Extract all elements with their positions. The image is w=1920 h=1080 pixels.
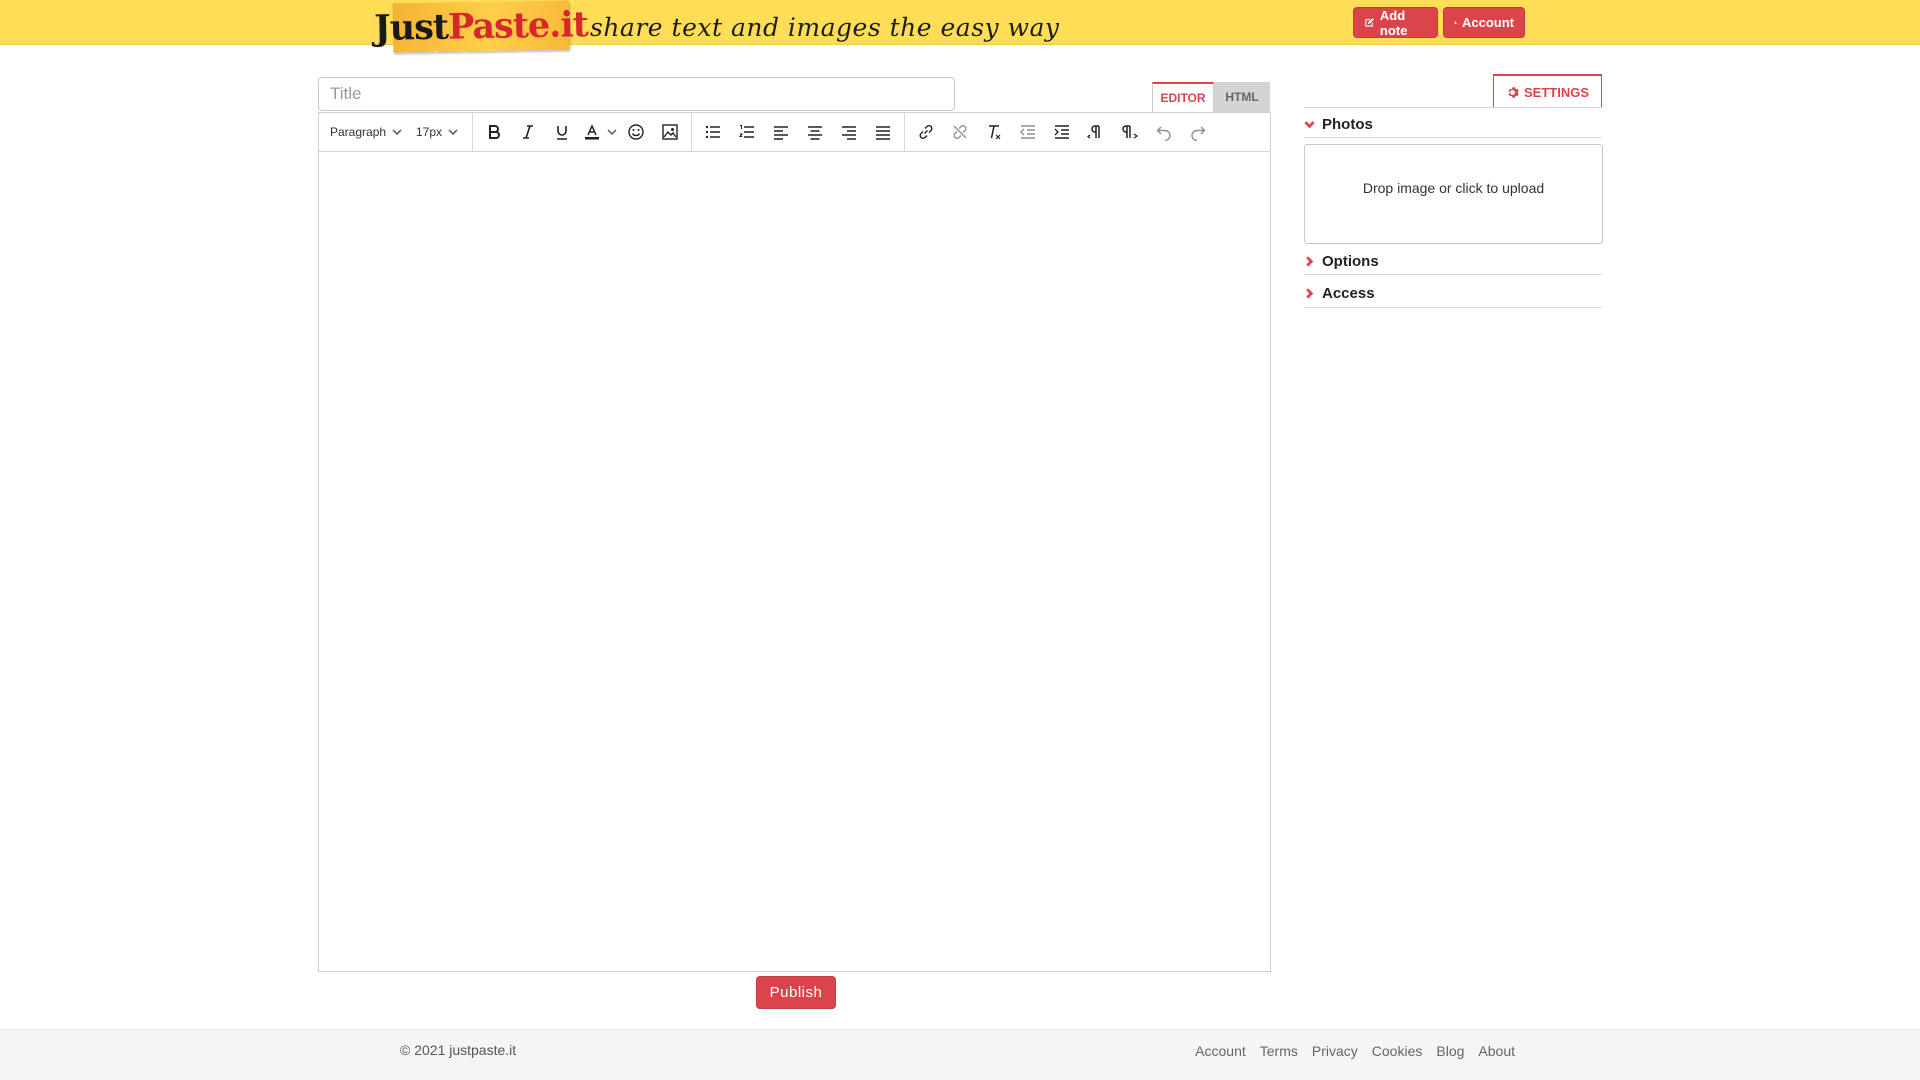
- font-size-value: 17px: [416, 125, 443, 139]
- undo-button[interactable]: [1147, 113, 1181, 152]
- bold-button[interactable]: [477, 113, 511, 152]
- rtl-button[interactable]: [1113, 113, 1147, 152]
- top-bar: Just Paste.it share text and images the e…: [0, 0, 1920, 53]
- outdent-button[interactable]: [1011, 113, 1045, 152]
- redo-icon: [1191, 126, 1206, 141]
- align-center-button[interactable]: [798, 113, 832, 152]
- settings-button[interactable]: SETTINGS: [1493, 74, 1602, 108]
- toolbar-separator: [691, 112, 692, 152]
- footer-link-blog[interactable]: Blog: [1436, 1043, 1464, 1059]
- mode-tabs: EDITOR HTML: [1152, 82, 1270, 112]
- link-icon: [919, 124, 933, 140]
- gear-icon: [1508, 86, 1519, 98]
- align-right-button[interactable]: [832, 113, 866, 152]
- chevron-down-icon: [392, 129, 402, 136]
- bullet-list-icon: [705, 125, 720, 139]
- add-note-button[interactable]: Add note: [1353, 7, 1438, 38]
- copyright-text: © 2021 justpaste.it: [400, 1042, 517, 1058]
- accordion-divider: [1304, 274, 1602, 275]
- chevron-down-icon: [1304, 120, 1315, 128]
- edit-icon: [1365, 18, 1374, 27]
- user-icon: [1454, 21, 1457, 24]
- accordion-divider: [1304, 137, 1602, 138]
- ltr-icon: [1087, 125, 1100, 139]
- align-justify-button[interactable]: [866, 113, 900, 152]
- align-left-icon: [774, 126, 788, 140]
- title-input[interactable]: [318, 77, 955, 111]
- toolbar-separator: [904, 112, 905, 152]
- chevron-right-icon: [1306, 287, 1314, 299]
- rich-text-editor: Paragraph 17px: [318, 112, 1271, 972]
- unlink-icon: [953, 124, 967, 140]
- clear-format-button[interactable]: [977, 113, 1011, 152]
- footer-link-privacy[interactable]: Privacy: [1312, 1043, 1358, 1059]
- accordion-access[interactable]: Access: [1304, 281, 1602, 305]
- underline-icon: [557, 126, 567, 140]
- footer-link-about[interactable]: About: [1478, 1043, 1515, 1059]
- block-format-value: Paragraph: [330, 125, 387, 139]
- editor-toolbar: Paragraph 17px: [319, 112, 1270, 152]
- accordion-divider: [1304, 307, 1602, 308]
- logo-text-paste: Paste.it: [447, 4, 589, 48]
- editor-content-area[interactable]: [319, 152, 1270, 971]
- accordion-access-label: Access: [1322, 284, 1375, 302]
- emoji-icon: [628, 124, 644, 140]
- indent-button[interactable]: [1045, 113, 1079, 152]
- italic-button[interactable]: [511, 113, 545, 152]
- tab-html[interactable]: HTML: [1214, 82, 1270, 112]
- footer: © 2021 justpaste.it Account Terms Privac…: [0, 1029, 1920, 1080]
- underline-button[interactable]: [545, 113, 579, 152]
- tab-editor[interactable]: EDITOR: [1152, 82, 1214, 112]
- image-dropzone[interactable]: Drop image or click to upload: [1304, 144, 1603, 244]
- account-label: Account: [1462, 15, 1514, 30]
- italic-icon: [523, 125, 533, 139]
- accordion-options[interactable]: Options: [1304, 249, 1602, 273]
- bold-icon: [489, 125, 500, 139]
- accordion-options-label: Options: [1322, 252, 1379, 270]
- chevron-right-icon: [1306, 255, 1314, 267]
- emoji-button[interactable]: [619, 113, 653, 152]
- footer-link-account[interactable]: Account: [1195, 1043, 1246, 1059]
- redo-button[interactable]: [1181, 113, 1215, 152]
- footer-link-terms[interactable]: Terms: [1260, 1043, 1298, 1059]
- accordion-photos-label: Photos: [1322, 115, 1373, 133]
- text-color-button[interactable]: [579, 113, 605, 152]
- publish-button[interactable]: Publish: [756, 976, 836, 1009]
- align-right-icon: [842, 126, 856, 140]
- undo-icon: [1156, 126, 1171, 141]
- chevron-down-icon: [607, 129, 617, 136]
- account-button[interactable]: Account: [1443, 7, 1525, 38]
- numbered-list-button[interactable]: [730, 113, 764, 152]
- align-left-button[interactable]: [764, 113, 798, 152]
- align-justify-icon: [876, 126, 890, 140]
- outdent-icon: [1020, 125, 1035, 139]
- font-size-select[interactable]: 17px: [405, 113, 472, 152]
- settings-divider: [1304, 107, 1602, 108]
- insert-image-button[interactable]: [653, 113, 687, 152]
- accordion-photos[interactable]: Photos: [1304, 112, 1602, 136]
- numbered-list-icon: [738, 124, 754, 138]
- justpaste-logo[interactable]: Just Paste.it: [374, 0, 588, 53]
- image-icon: [662, 124, 678, 140]
- bullet-list-button[interactable]: [696, 113, 730, 152]
- footer-link-cookies[interactable]: Cookies: [1372, 1043, 1423, 1059]
- link-button[interactable]: [909, 113, 943, 152]
- unlink-button[interactable]: [943, 113, 977, 152]
- rtl-icon: [1122, 125, 1139, 139]
- settings-label: SETTINGS: [1523, 84, 1589, 100]
- align-center-icon: [808, 126, 822, 140]
- indent-icon: [1054, 125, 1069, 139]
- block-format-select[interactable]: Paragraph: [319, 113, 405, 152]
- ltr-button[interactable]: [1079, 113, 1113, 152]
- footer-links: Account Terms Privacy Cookies Blog About: [1195, 1043, 1515, 1059]
- chevron-down-icon: [448, 129, 458, 136]
- text-color-icon: [585, 124, 599, 140]
- toolbar-separator: [472, 112, 473, 152]
- clear-format-icon: [989, 125, 1001, 140]
- tagline: share text and images the easy way: [590, 13, 1060, 42]
- logo-text-just: Just: [373, 6, 449, 49]
- text-color-dropdown[interactable]: [605, 113, 619, 152]
- add-note-label: Add note: [1379, 7, 1408, 38]
